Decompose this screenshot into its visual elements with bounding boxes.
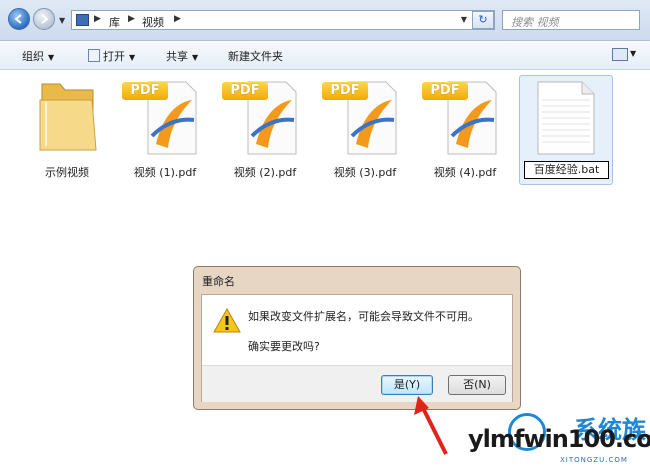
new-folder-button[interactable]: 新建文件夹 [228, 48, 283, 64]
file-item-pdf[interactable]: PDF 视频 (1).pdf [122, 78, 208, 182]
dialog-title: 重命名 [202, 275, 235, 288]
chevron-down-icon[interactable]: ▼ [630, 49, 636, 58]
library-icon [76, 14, 89, 26]
file-name: 示例视频 [45, 166, 89, 179]
rename-dialog: 重命名 如果改变文件扩展名，可能会导致文件不可用。 确实要更改吗? 是(Y) 否… [193, 266, 521, 410]
file-item-pdf[interactable]: PDF 视频 (3).pdf [322, 78, 408, 182]
breadcrumb-item-library[interactable]: 库 [109, 14, 120, 30]
share-label: 共享 [166, 50, 188, 63]
share-menu[interactable]: 共享 ▼ [166, 48, 198, 64]
address-bar-row: ▼ ▶ 库 ▶ 视频 ▶ ▼ ↻ 搜索 视频 [0, 0, 650, 41]
file-name: 视频 (2).pdf [233, 166, 297, 179]
warning-icon [213, 308, 241, 333]
dialog-body: 如果改变文件扩展名，可能会导致文件不可用。 确实要更改吗? 是(Y) 否(N) [201, 294, 513, 402]
file-name: 视频 (1).pdf [133, 166, 197, 179]
dialog-button-bar: 是(Y) 否(N) [202, 365, 512, 402]
pdf-badge: PDF [422, 82, 468, 100]
no-button[interactable]: 否(N) [448, 375, 506, 395]
back-button[interactable] [8, 8, 30, 30]
refresh-button[interactable]: ↻ [472, 11, 494, 29]
rename-input[interactable]: 百度经验.bat [524, 161, 609, 179]
address-history-dropdown[interactable]: ▼ [461, 15, 467, 24]
file-item-pdf[interactable]: PDF 视频 (2).pdf [222, 78, 308, 182]
command-bar: 组织 ▼ 打开 ▼ 共享 ▼ 新建文件夹 ▼ [0, 41, 650, 70]
view-options-icon[interactable] [612, 48, 628, 61]
search-input[interactable]: 搜索 视频 [502, 10, 640, 30]
file-name: 视频 (3).pdf [333, 166, 397, 179]
file-item-folder[interactable]: 示例视频 [24, 78, 110, 182]
arrow-right-icon [41, 14, 49, 24]
organize-label: 组织 [22, 50, 44, 63]
chevron-right-icon[interactable]: ▶ [174, 14, 181, 24]
watermark-sub: XITONGZU.COM [560, 456, 628, 464]
dialog-question: 确实要更改吗? [248, 340, 320, 353]
chevron-down-icon: ▼ [48, 53, 55, 62]
chevron-right-icon[interactable]: ▶ [94, 14, 101, 24]
breadcrumb-item-videos[interactable]: 视频 [142, 14, 164, 30]
refresh-icon: ↻ [478, 13, 488, 26]
yes-button[interactable]: 是(Y) [381, 375, 433, 395]
chevron-down-icon: ▼ [129, 53, 136, 62]
folder-icon [39, 83, 97, 151]
open-menu[interactable]: 打开 ▼ [88, 48, 135, 64]
address-field[interactable]: ▶ 库 ▶ 视频 ▶ ▼ [71, 10, 495, 30]
dialog-message: 如果改变文件扩展名，可能会导致文件不可用。 [248, 310, 479, 323]
pdf-badge: PDF [122, 82, 168, 100]
text-file-icon [537, 81, 595, 155]
organize-menu[interactable]: 组织 ▼ [22, 48, 54, 64]
file-item-pdf[interactable]: PDF 视频 (4).pdf [422, 78, 508, 182]
open-label: 打开 [103, 50, 125, 63]
recent-pages-dropdown[interactable]: ▼ [59, 16, 65, 25]
pdf-badge: PDF [322, 82, 368, 100]
chevron-right-icon[interactable]: ▶ [128, 14, 135, 24]
chevron-down-icon: ▼ [192, 53, 199, 62]
open-icon [88, 49, 100, 62]
watermark: 系统族 ylmfwin100.com XITONGZU.COM [468, 413, 650, 466]
forward-button[interactable] [33, 8, 55, 30]
file-name: 视频 (4).pdf [433, 166, 497, 179]
watermark-text: ylmfwin100.com [468, 425, 650, 453]
arrow-left-icon [14, 14, 22, 24]
pdf-badge: PDF [222, 82, 268, 100]
